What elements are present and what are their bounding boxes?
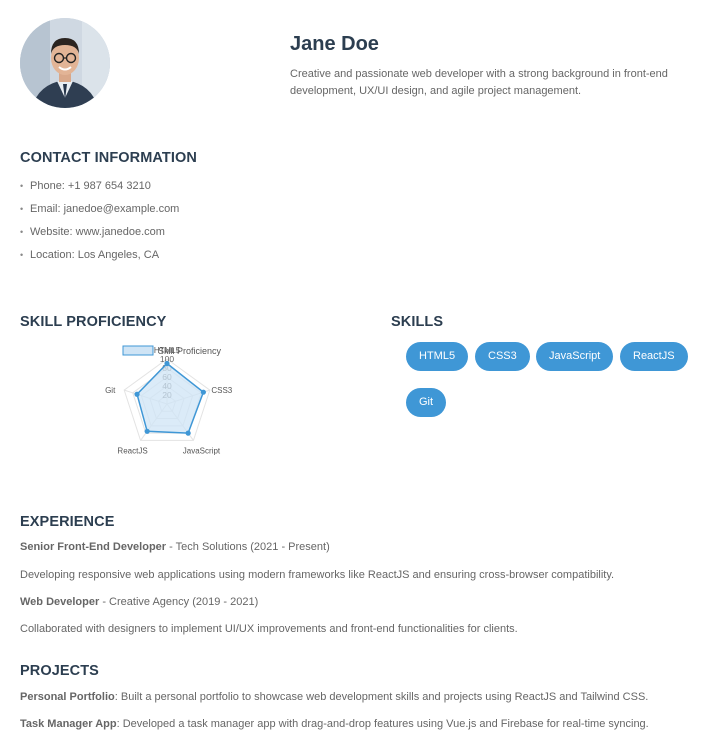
project-item: Task Manager App: Developed a task manag… bbox=[20, 718, 649, 730]
radar-point bbox=[134, 391, 140, 397]
skill-tag-git[interactable]: Git bbox=[406, 388, 447, 417]
radar-point bbox=[185, 430, 191, 436]
radar-axis-label: CSS3 bbox=[211, 386, 232, 395]
experience-entry-1: Senior Front-End Developer - Tech Soluti… bbox=[20, 541, 330, 553]
experience-role: Web Developer bbox=[20, 596, 100, 608]
radar-axis-label: ReactJS bbox=[117, 446, 147, 455]
experience-meta: - Creative Agency (2019 - 2021) bbox=[99, 596, 259, 608]
skills-title: SKILLS bbox=[391, 314, 444, 330]
avatar bbox=[20, 18, 110, 108]
projects-title: PROJECTS bbox=[20, 663, 99, 679]
contact-title: CONTACT INFORMATION bbox=[20, 150, 197, 166]
skill-tag-css3[interactable]: CSS3 bbox=[475, 342, 530, 371]
contact-list: Phone: +1 987 654 3210 Email: janedoe@ex… bbox=[20, 179, 179, 271]
skill-tag-reactjs[interactable]: ReactJS bbox=[620, 342, 688, 371]
radar-chart: Skill Proficiency 20406080100 HTML5CSS3J… bbox=[105, 345, 233, 455]
skill-tag-html5[interactable]: HTML5 bbox=[406, 342, 469, 371]
skill-proficiency-title: SKILL PROFICIENCY bbox=[20, 314, 167, 330]
radar-point bbox=[144, 428, 150, 434]
radar-axis-label: Git bbox=[105, 386, 116, 395]
radar-series bbox=[134, 360, 206, 436]
contact-website[interactable]: Website: www.janedoe.com bbox=[20, 225, 179, 248]
experience-description: Developing responsive web applications u… bbox=[20, 569, 615, 581]
experience-description: Collaborated with designers to implement… bbox=[20, 623, 518, 635]
project-name: Personal Portfolio bbox=[20, 691, 115, 703]
skill-tag-javascript[interactable]: JavaScript bbox=[536, 342, 614, 371]
radar-point bbox=[200, 389, 206, 395]
contact-location: Location: Los Angeles, CA bbox=[20, 248, 179, 271]
experience-entry-2: Web Developer - Creative Agency (2019 - … bbox=[20, 596, 258, 608]
avatar-photo bbox=[20, 18, 110, 108]
radar-axis-label: JavaScript bbox=[183, 446, 221, 455]
profile-bio: Creative and passionate web developer wi… bbox=[290, 68, 668, 97]
radar-point bbox=[164, 360, 170, 367]
experience-title: EXPERIENCE bbox=[20, 514, 115, 530]
project-name: Task Manager App bbox=[20, 718, 117, 730]
contact-email[interactable]: Email: janedoe@example.com bbox=[20, 202, 179, 225]
contact-phone: Phone: +1 987 654 3210 bbox=[20, 179, 179, 202]
profile-name: Jane Doe bbox=[290, 33, 379, 55]
project-item: Personal Portfolio: Built a personal por… bbox=[20, 691, 648, 703]
legend-swatch bbox=[122, 345, 154, 356]
radar-axis-label: HTML5 bbox=[154, 346, 181, 355]
experience-meta: - Tech Solutions (2021 - Present) bbox=[166, 541, 330, 553]
project-description: : Developed a task manager app with drag… bbox=[116, 718, 649, 730]
project-description: : Built a personal portfolio to showcase… bbox=[114, 691, 649, 703]
experience-role: Senior Front-End Developer bbox=[20, 541, 167, 553]
